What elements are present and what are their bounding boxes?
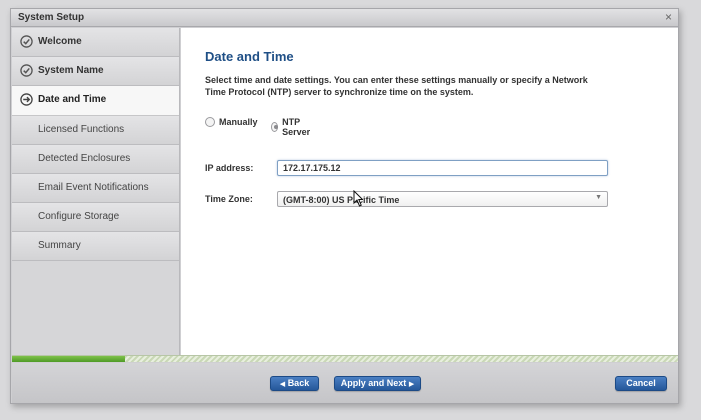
progress-fill xyxy=(12,356,126,362)
arrow-circle-icon xyxy=(20,93,33,106)
sidebar-item-label: Configure Storage xyxy=(38,211,120,222)
back-button-label: Back xyxy=(287,378,310,388)
time-zone-selected-value: (GMT-8:00) US Pacific Time xyxy=(283,195,400,205)
page-description: Select time and date settings. You can e… xyxy=(205,75,588,97)
check-circle-icon xyxy=(20,35,33,48)
wizard-steps-sidebar: Welcome System Name Date and Time Licens… xyxy=(12,28,180,355)
mouse-pointer-icon xyxy=(353,190,363,207)
title-bar: System Setup × xyxy=(11,9,678,27)
sidebar-item-label: Date and Time xyxy=(38,94,107,105)
arrow-right-icon: ▶ xyxy=(408,381,415,388)
time-zone-label: Time Zone: xyxy=(205,194,253,204)
manually-radio[interactable]: Manually xyxy=(205,117,258,127)
sidebar-item-label: System Name xyxy=(38,65,104,76)
radio-circle-selected-icon xyxy=(271,122,279,132)
arrow-left-icon: ◀ xyxy=(279,381,286,388)
sidebar-item-summary[interactable]: Summary xyxy=(12,232,179,261)
wizard-progress-bar xyxy=(12,355,678,362)
sidebar-item-welcome[interactable]: Welcome xyxy=(12,28,179,57)
radio-label: Manually xyxy=(219,117,258,127)
window-title: System Setup xyxy=(18,12,85,23)
radio-circle-icon xyxy=(205,117,215,127)
ntp-server-radio[interactable]: NTP Server xyxy=(271,117,313,137)
sidebar-item-label: Welcome xyxy=(38,36,82,47)
chevron-down-icon: ▼ xyxy=(595,194,602,201)
sidebar-item-system-name[interactable]: System Name xyxy=(12,57,179,86)
sidebar-item-date-and-time[interactable]: Date and Time xyxy=(12,86,179,116)
check-circle-icon xyxy=(20,64,33,77)
cancel-button-label: Cancel xyxy=(626,378,656,388)
main-panel: Date and Time Select time and date setti… xyxy=(181,28,678,355)
dialog-footer: ◀ Back Apply and Next ▶ Cancel xyxy=(12,363,678,403)
sidebar-item-label: Summary xyxy=(38,240,81,251)
sidebar-item-detected-enclosures[interactable]: Detected Enclosures xyxy=(12,145,179,174)
apply-and-next-button-label: Apply and Next xyxy=(340,378,407,388)
time-zone-select[interactable]: (GMT-8:00) US Pacific Time ▼ xyxy=(277,191,608,207)
sidebar-item-configure-storage[interactable]: Configure Storage xyxy=(12,203,179,232)
sidebar-item-label: Email Event Notifications xyxy=(38,182,149,193)
ip-address-input[interactable] xyxy=(277,160,608,176)
sidebar-item-label: Detected Enclosures xyxy=(38,153,131,164)
system-setup-dialog: System Setup × Welcome System Name Date … xyxy=(10,8,679,404)
sidebar-item-label: Licensed Functions xyxy=(38,124,125,135)
apply-and-next-button[interactable]: Apply and Next ▶ xyxy=(334,376,421,391)
sidebar-item-email-event-notifications[interactable]: Email Event Notifications xyxy=(12,174,179,203)
close-icon[interactable]: × xyxy=(665,10,672,24)
sidebar-item-licensed-functions[interactable]: Licensed Functions xyxy=(12,116,179,145)
radio-label: NTP Server xyxy=(282,117,311,137)
page-title: Date and Time xyxy=(205,49,294,64)
cancel-button[interactable]: Cancel xyxy=(615,376,667,391)
ip-address-label: IP address: xyxy=(205,163,254,173)
back-button[interactable]: ◀ Back xyxy=(270,376,319,391)
